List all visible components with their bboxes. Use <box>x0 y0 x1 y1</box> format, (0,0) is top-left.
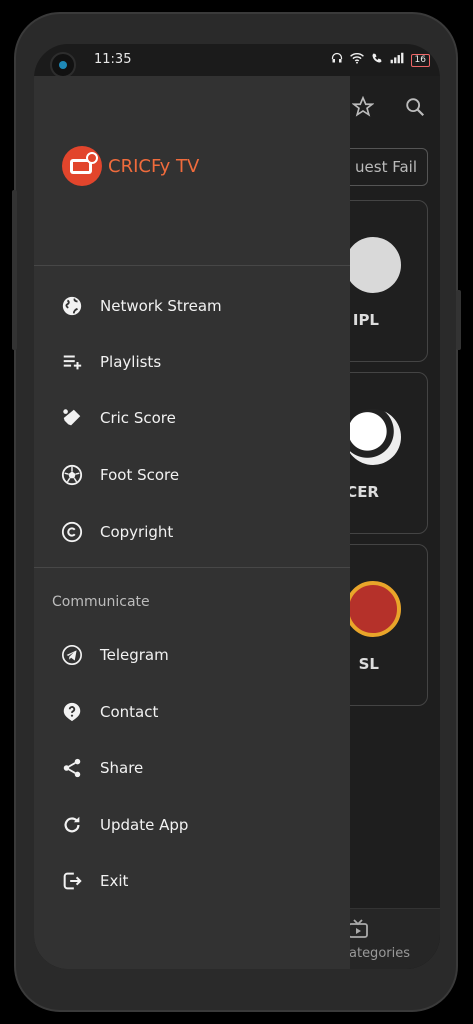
menu-item-network-stream[interactable]: Network Stream <box>34 281 350 331</box>
wifi-icon <box>349 52 364 68</box>
soccer-ball-icon <box>345 409 401 465</box>
side-button-left <box>12 190 17 350</box>
refresh-icon <box>58 811 86 839</box>
menu-label: Network Stream <box>100 297 222 315</box>
navigation-drawer: CRICFy TV Network Stream Playlists Cric … <box>34 76 350 969</box>
call-icon <box>371 52 383 68</box>
playlist-add-icon <box>58 348 86 376</box>
status-icons: 16 <box>331 52 430 68</box>
menu-label: Cric Score <box>100 409 176 427</box>
side-button-right <box>456 290 461 350</box>
cricket-icon <box>58 404 86 432</box>
menu-item-foot-score[interactable]: Foot Score <box>34 450 350 500</box>
menu-label: Copyright <box>100 523 174 541</box>
copyright-icon <box>58 518 86 546</box>
menu-label: Playlists <box>100 353 162 371</box>
search-icon[interactable] <box>404 96 426 122</box>
menu-item-update-app[interactable]: Update App <box>34 800 350 850</box>
menu-label: Foot Score <box>100 466 180 484</box>
menu-item-exit[interactable]: Exit <box>34 856 350 906</box>
help-icon <box>58 698 86 726</box>
menu-label: Update App <box>100 816 189 834</box>
menu-label: Contact <box>100 703 159 721</box>
brand-header: CRICFy TV <box>62 146 199 186</box>
signal-icon <box>390 52 404 68</box>
battery-indicator: 16 <box>410 53 430 67</box>
menu-item-playlists[interactable]: Playlists <box>34 337 350 387</box>
menu-item-copyright[interactable]: Copyright <box>34 507 350 557</box>
screen: uest Fail IPL OCCER SL ategories 11:35 1… <box>34 44 440 969</box>
section-title-communicate: Communicate <box>52 594 150 610</box>
menu-label: Share <box>100 759 144 777</box>
cricfy-logo-icon <box>62 146 102 186</box>
divider <box>34 265 350 266</box>
headphones-icon <box>331 52 343 68</box>
sri-lanka-flag-icon <box>345 581 401 637</box>
exit-icon <box>58 867 86 895</box>
football-icon <box>58 461 86 489</box>
menu-item-contact[interactable]: Contact <box>34 687 350 737</box>
menu-item-share[interactable]: Share <box>34 743 350 793</box>
share-icon <box>58 754 86 782</box>
menu-item-telegram[interactable]: Telegram <box>34 630 350 680</box>
menu-item-cric-score[interactable]: Cric Score <box>34 393 350 443</box>
bg-toolbar <box>351 95 426 122</box>
tab-categories[interactable]: ategories <box>349 946 410 961</box>
camera-icon <box>50 52 76 78</box>
brand-name: CRICFy TV <box>108 155 200 177</box>
telegram-icon <box>58 641 86 669</box>
status-bar: 11:35 16 <box>34 44 440 78</box>
card-label: IPL <box>352 311 379 329</box>
ipl-logo <box>345 237 401 293</box>
star-icon[interactable] <box>351 95 375 122</box>
status-time: 11:35 <box>94 52 132 67</box>
divider <box>34 567 350 568</box>
menu-label: Exit <box>100 872 129 890</box>
globe-icon <box>58 292 86 320</box>
menu-label: Telegram <box>100 646 169 664</box>
card-label: SL <box>358 655 379 673</box>
